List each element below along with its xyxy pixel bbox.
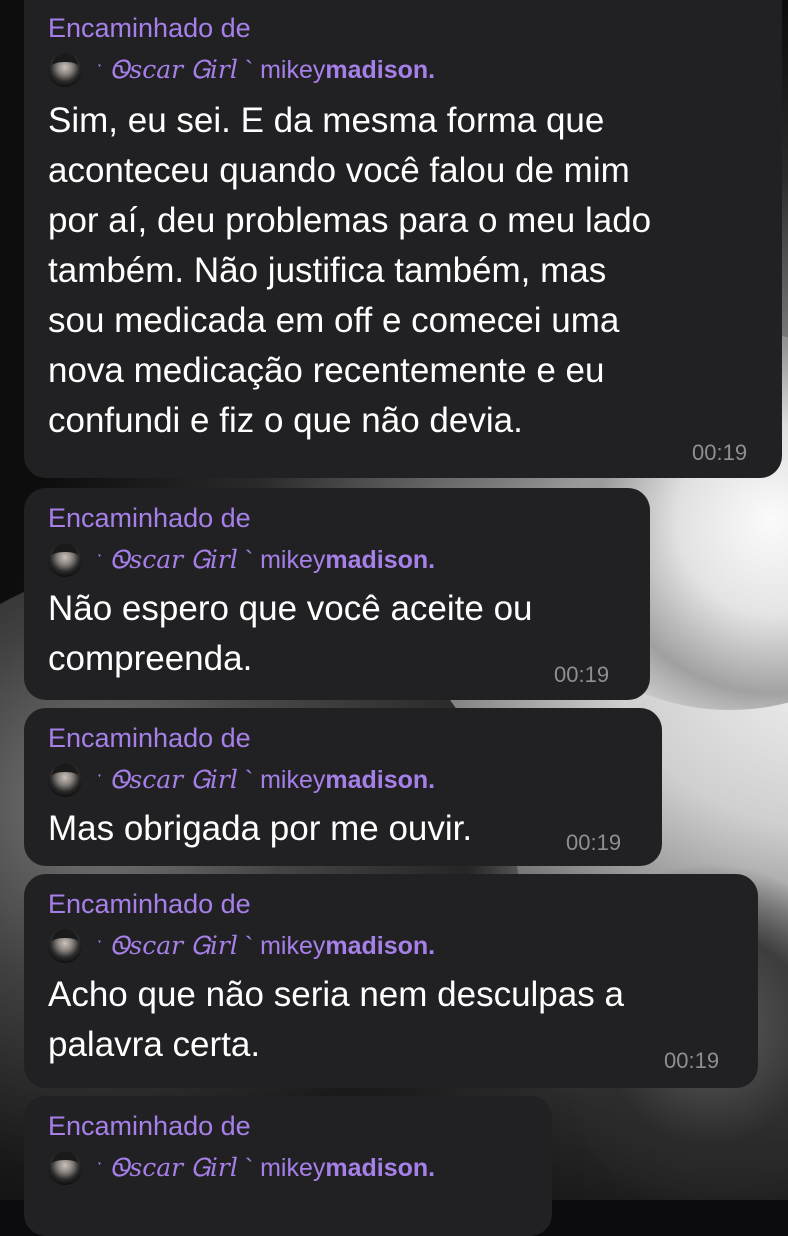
forwarded-from-label: Encaminhado de [48, 1111, 251, 1141]
message-time: 00:19 [692, 440, 748, 465]
sender-name: ˑ Ꮻscar Ꮐirl ` mikeymadison. [96, 545, 436, 574]
forwarded-sender[interactable]: ˑ Ꮻscar Ꮐirl ` mikeymadison. [48, 52, 435, 88]
message-bubble[interactable]: Encaminhado de ˑ Ꮻscar Ꮐirl ` mikeymadis… [24, 874, 758, 1088]
forwarded-from-label: Encaminhado de [48, 723, 251, 753]
sender-name: ˑ Ꮻscar Ꮐirl ` mikeymadison. [96, 55, 436, 84]
sender-name: ˑ Ꮻscar Ꮐirl ` mikeymadison. [96, 1153, 436, 1182]
message-bubble[interactable]: Encaminhado de ˑ Ꮻscar Ꮐirl ` mikeymadis… [24, 708, 662, 866]
message-bubble[interactable]: Encaminhado de ˑ Ꮻscar Ꮐirl ` mikeymadis… [24, 488, 650, 700]
forwarded-sender[interactable]: ˑ Ꮻscar Ꮐirl ` mikeymadison. [48, 762, 435, 798]
forwarded-from-label: Encaminhado de [48, 889, 251, 919]
forwarded-sender[interactable]: ˑ Ꮻscar Ꮐirl ` mikeymadison. [48, 928, 435, 964]
forwarded-sender[interactable]: ˑ Ꮻscar Ꮐirl ` mikeymadison. [48, 542, 435, 578]
message-text: Sim, eu sei. E da mesma forma que aconte… [48, 101, 652, 440]
message-text: Não espero que você aceite ou compreenda… [48, 589, 533, 678]
message-bubble[interactable]: Encaminhado de ˑ Ꮻscar Ꮐirl ` mikeymadis… [24, 1096, 552, 1236]
forwarded-from-label: Encaminhado de [48, 13, 251, 43]
sender-avatar [48, 543, 82, 577]
sender-avatar [48, 929, 82, 963]
sender-name: ˑ Ꮻscar Ꮐirl ` mikeymadison. [96, 931, 436, 960]
message-time: 00:19 [566, 830, 622, 855]
forwarded-sender[interactable]: ˑ Ꮻscar Ꮐirl ` mikeymadison. [48, 1150, 435, 1186]
message-text: Mas obrigada por me ouvir. [48, 809, 473, 848]
sender-avatar [48, 763, 82, 797]
message-bubble[interactable]: Encaminhado de ˑ Ꮻscar Ꮐirl ` mikeymadis… [24, 0, 782, 478]
message-time: 00:19 [554, 662, 610, 687]
sender-avatar [48, 53, 82, 87]
message-text: Acho que não seria nem desculpas a palav… [48, 975, 624, 1064]
forwarded-from-label: Encaminhado de [48, 503, 251, 533]
message-time: 00:19 [664, 1048, 720, 1073]
sender-name: ˑ Ꮻscar Ꮐirl ` mikeymadison. [96, 765, 436, 794]
sender-avatar [48, 1151, 82, 1185]
